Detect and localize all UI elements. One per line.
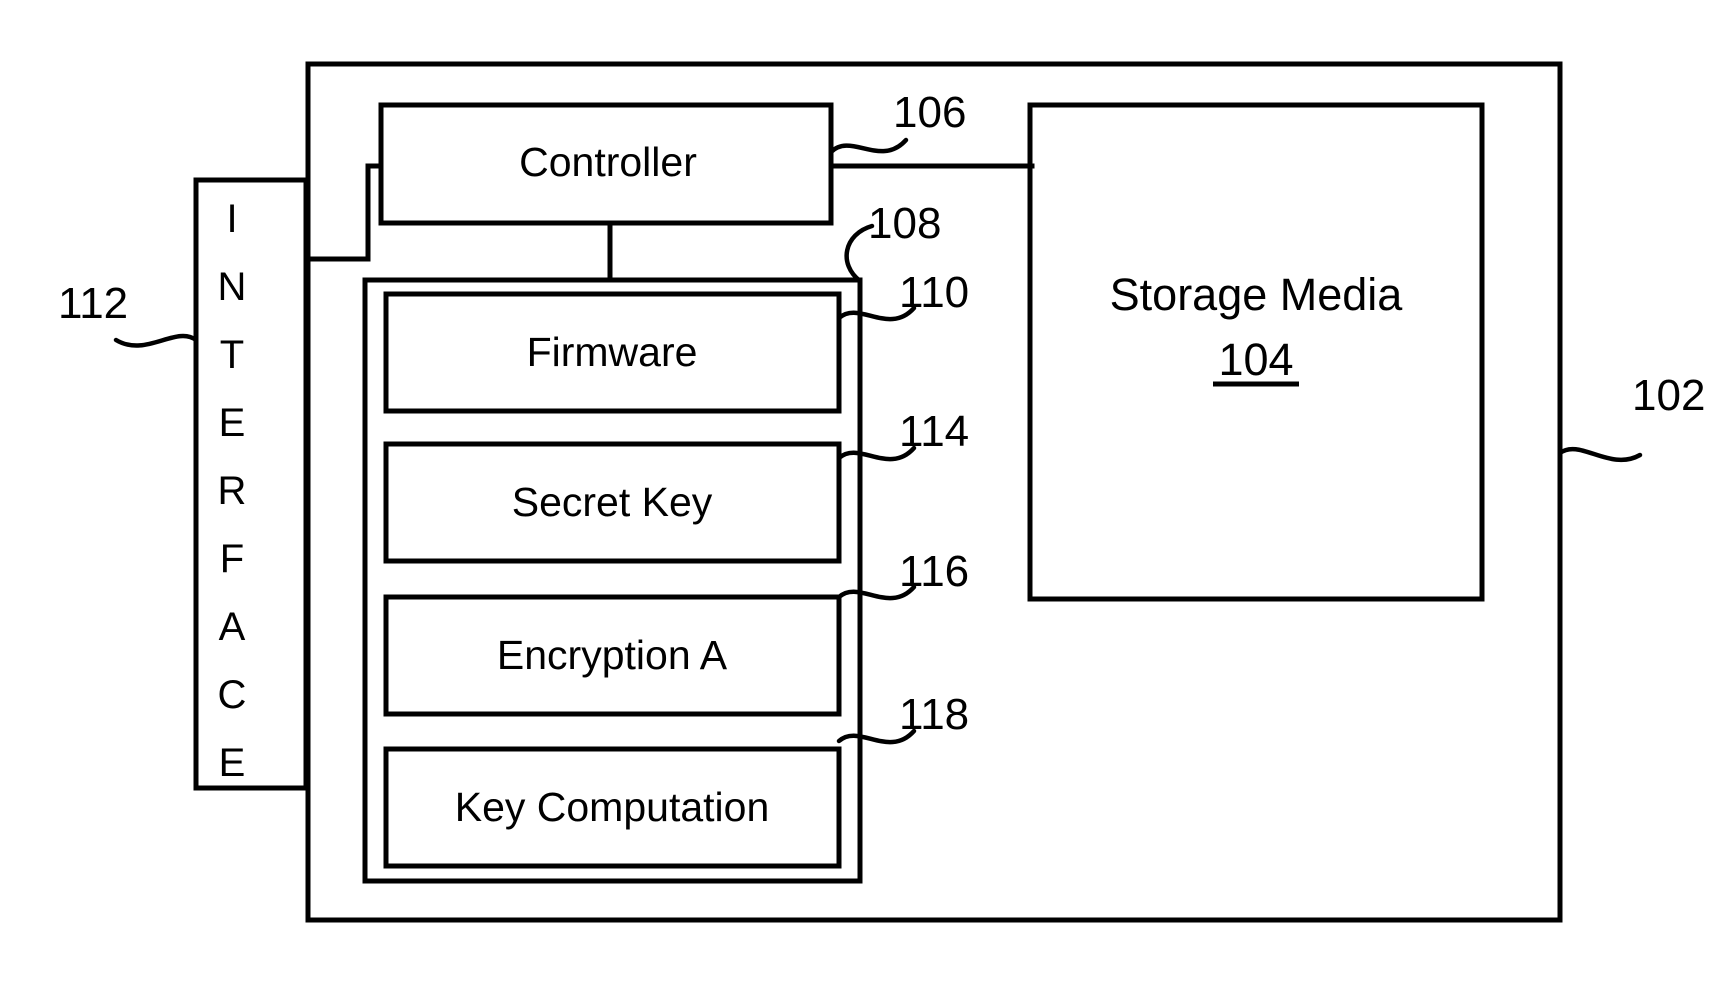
module-label-secret-key: Secret Key bbox=[512, 479, 713, 525]
interface-letter-1: N bbox=[218, 265, 247, 309]
module-label-firmware: Firmware bbox=[527, 329, 698, 375]
leader-line-112 bbox=[113, 333, 199, 348]
interface-controller-wire bbox=[305, 163, 384, 262]
ref-numeral-110: 110 bbox=[899, 268, 969, 317]
figure-root: Firmware Secret Key Encryption A Key Com… bbox=[0, 0, 1717, 986]
ref-numeral-112: 112 bbox=[58, 279, 128, 328]
leader-line-102 bbox=[1557, 446, 1643, 463]
interface-letter-3: E bbox=[219, 401, 246, 445]
module-label-key-computation: Key Computation bbox=[455, 784, 770, 830]
storage-media-ref: 104 bbox=[1218, 334, 1293, 385]
interface-letter-8: E bbox=[219, 741, 246, 785]
block-diagram: Firmware Secret Key Encryption A Key Com… bbox=[58, 61, 1705, 923]
storage-media-label: Storage Media bbox=[1110, 269, 1404, 320]
ref-numeral-106: 106 bbox=[893, 88, 966, 137]
interface-letter-5: F bbox=[220, 537, 244, 581]
interface-letter-7: C bbox=[218, 673, 247, 717]
ref-numeral-114: 114 bbox=[899, 407, 969, 456]
interface-letter-2: T bbox=[220, 333, 244, 377]
interface-letter-6: A bbox=[219, 605, 246, 649]
interface-letter-0: I bbox=[226, 197, 237, 241]
ref-numeral-118: 118 bbox=[899, 690, 969, 739]
module-label-encryption-a: Encryption A bbox=[497, 632, 728, 678]
ref-numeral-102: 102 bbox=[1632, 371, 1705, 420]
leader-line-106 bbox=[828, 137, 909, 155]
interface-box bbox=[193, 177, 309, 791]
ref-numeral-116: 116 bbox=[899, 547, 969, 596]
ref-numeral-108: 108 bbox=[868, 199, 941, 248]
interface-letter-4: R bbox=[218, 469, 247, 513]
controller-label: Controller bbox=[519, 139, 697, 185]
